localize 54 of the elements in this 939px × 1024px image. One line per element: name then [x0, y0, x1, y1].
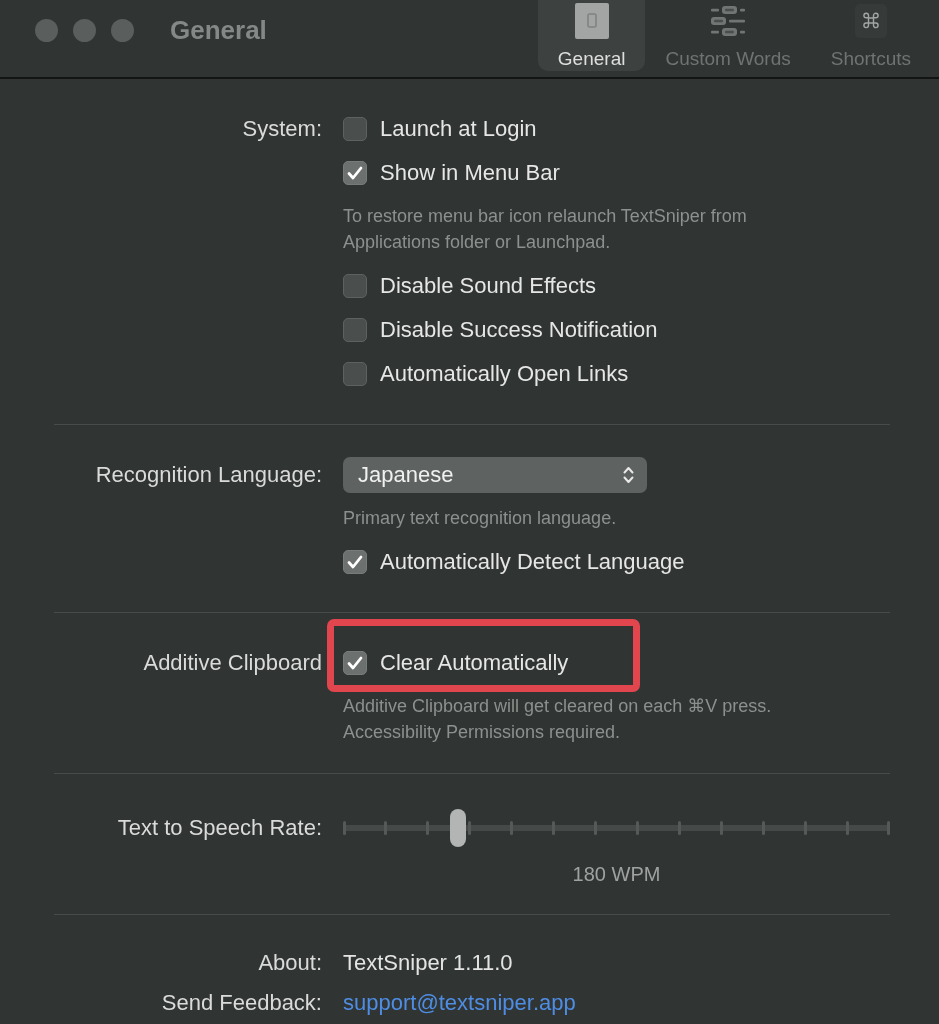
help-text: Additive Clipboard will get cleared on each ⌘V press. Accessibility Permissions required.	[343, 695, 773, 744]
checkbox-label[interactable]: Launch at Login	[380, 116, 537, 142]
tick-mark	[887, 821, 890, 835]
setting-label: Send Feedback:	[161, 990, 322, 1016]
checkbox[interactable]	[343, 362, 367, 386]
command-key-icon	[854, 4, 887, 38]
zoom-button[interactable]	[111, 19, 134, 42]
checkbox[interactable]	[343, 161, 367, 185]
checkbox[interactable]	[343, 550, 367, 574]
checkbox-label[interactable]: Show in Menu Bar	[380, 160, 560, 186]
setting-label: System:	[242, 116, 322, 142]
slider-thumb[interactable]	[449, 809, 466, 847]
tick-mark	[720, 821, 724, 835]
help-text: Primary text recognition language.	[343, 507, 618, 530]
tick-mark	[343, 821, 346, 835]
help-text: To restore menu bar icon relaunch TextSniper from Applications folder or Launchpad.	[343, 205, 748, 254]
minimize-button[interactable]	[73, 19, 96, 42]
toolbar-tab[interactable]: General	[537, 0, 646, 71]
tick-mark	[636, 821, 640, 835]
setting-label: Additive Clipboard	[143, 650, 322, 676]
email-link[interactable]: support@textsniper.app	[343, 990, 576, 1016]
checkbox[interactable]	[343, 651, 367, 675]
setting-label: Recognition Language:	[95, 462, 322, 488]
checkbox[interactable]	[343, 318, 367, 342]
tick-mark	[425, 821, 429, 835]
checkmark-icon	[347, 656, 363, 670]
checkbox-label[interactable]: Disable Success Notification	[380, 317, 658, 343]
window-title: General	[170, 14, 267, 46]
checkbox[interactable]	[343, 117, 367, 141]
device-tile-icon	[574, 3, 609, 39]
checkbox-label[interactable]: Clear Automatically	[380, 650, 569, 676]
tick-mark	[593, 821, 597, 835]
checkbox-label[interactable]: Automatically Detect Language	[380, 549, 685, 575]
popup-button[interactable]: Japanese	[343, 457, 647, 493]
tick-mark	[846, 821, 850, 835]
checkbox-label[interactable]: Disable Sound Effects	[380, 273, 597, 299]
setting-label: About:	[258, 950, 322, 976]
tick-mark	[804, 821, 808, 835]
value-text: TextSniper 1.11.0	[343, 950, 513, 976]
tick-mark	[678, 821, 682, 835]
chevron-updown-icon	[623, 466, 634, 484]
tick-mark	[762, 821, 766, 835]
sliders-icon	[710, 6, 747, 36]
tick-mark	[509, 821, 513, 835]
setting-label: Text to Speech Rate:	[117, 815, 322, 841]
tick-mark	[551, 821, 555, 835]
checkmark-icon	[347, 166, 363, 180]
slider-value: 180 WPM	[572, 862, 661, 886]
checkbox-label[interactable]: Automatically Open Links	[380, 361, 629, 387]
checkmark-icon	[347, 555, 363, 569]
checkbox[interactable]	[343, 274, 367, 298]
tick-mark	[467, 821, 471, 835]
close-button[interactable]	[35, 19, 58, 42]
tick-mark	[383, 821, 387, 835]
